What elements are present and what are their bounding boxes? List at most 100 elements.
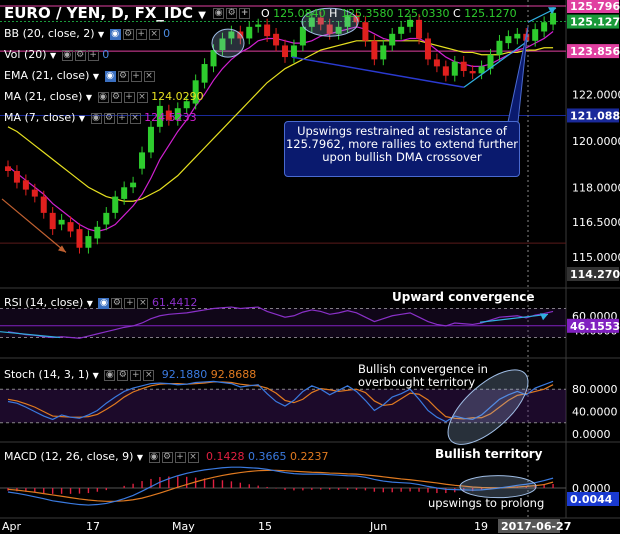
remove-icon[interactable]: × [129, 112, 141, 124]
candle-body [532, 29, 539, 41]
vol-legend[interactable]: Vol (20) ▼ ◉ ⚙ + 0 [4, 48, 109, 61]
candle-body [442, 66, 449, 76]
eye-icon[interactable]: ◉ [61, 49, 73, 61]
rsi-label: RSI (14, close) [4, 296, 84, 309]
add-icon[interactable]: + [123, 91, 135, 103]
candle-body [139, 152, 146, 169]
stoch-tick-label: 80.0000 [572, 383, 618, 396]
eye-icon[interactable]: ◉ [148, 451, 160, 463]
candle-body [371, 40, 378, 60]
settings-icon[interactable]: ⚙ [74, 49, 86, 61]
date-tag-label: 2017-06-27 [501, 520, 571, 533]
add-icon[interactable]: + [239, 8, 251, 19]
eye-icon[interactable]: ◉ [213, 8, 225, 19]
rsi-note: Upward convergence [392, 290, 535, 304]
candle-body [67, 222, 74, 232]
ma21-legend[interactable]: MA (21, close) ▼ ◉ ⚙ + × 124.0290 [4, 90, 204, 103]
price-tick-label: 122.0000 [572, 88, 620, 101]
highlight-ellipse [211, 28, 245, 58]
candle-body [380, 45, 387, 60]
candle-body [541, 22, 548, 32]
candle-body [460, 61, 467, 72]
remove-icon[interactable]: × [136, 91, 148, 103]
macd-line-value: 0.3665 [248, 450, 287, 463]
stoch-legend[interactable]: Stoch (14, 3, 1) ▼ ◉ ⚙ + × 92.1880 92.8688 [4, 368, 256, 381]
add-icon[interactable]: + [116, 112, 128, 124]
settings-icon[interactable]: ⚙ [103, 112, 115, 124]
x-tick-label: 17 [86, 520, 100, 533]
remove-icon[interactable]: × [143, 369, 155, 381]
add-icon[interactable]: + [130, 70, 142, 82]
settings-icon[interactable]: ⚙ [161, 451, 173, 463]
eye-icon[interactable]: ◉ [98, 297, 110, 309]
ma7-label: MA (7, close) [4, 111, 76, 124]
settings-icon[interactable]: ⚙ [122, 28, 134, 40]
stoch-tick-label: 0.0000 [572, 428, 611, 441]
candle-body [130, 182, 137, 188]
ema-legend[interactable]: EMA (21, close) ▼ ◉ ⚙ + × [4, 69, 155, 82]
ma7-legend[interactable]: MA (7, close) ▼ ◉ ⚙ + × 124.5233 [4, 111, 197, 124]
stoch-note-1: Bullish convergence in [358, 362, 488, 376]
vol-label: Vol (20) [4, 48, 47, 61]
remove-icon[interactable]: × [143, 70, 155, 82]
settings-icon[interactable]: ⚙ [226, 8, 238, 19]
candle-body [299, 26, 306, 46]
high-label: H [329, 7, 338, 20]
settings-icon[interactable]: ⚙ [117, 70, 129, 82]
macd-note-1: Bullish territory [435, 447, 543, 461]
stoch-tick-label: 40.0000 [572, 406, 618, 419]
candle-body [282, 45, 288, 58]
candle-body [407, 19, 414, 27]
symbol-legend[interactable]: EURO / YEN, D, FX_IDC ▼ ◉ ⚙ + [4, 4, 251, 22]
close-value: 125.1270 [464, 7, 517, 20]
candle-body [496, 40, 503, 55]
price-tick-label: 115.0000 [572, 251, 620, 264]
add-icon[interactable]: + [130, 369, 142, 381]
settings-icon[interactable]: ⚙ [111, 297, 123, 309]
x-tick-label: 15 [258, 520, 272, 533]
candle-body [451, 61, 458, 76]
symbol-title: EURO / YEN, D, FX_IDC [4, 4, 193, 22]
candle-body [264, 24, 271, 37]
ma21-value: 124.0290 [151, 90, 204, 103]
eye-icon[interactable]: ◉ [97, 91, 109, 103]
rsi-value: 61.4412 [151, 296, 198, 309]
price-tag-label: 125.1270 [570, 16, 620, 29]
bb-legend[interactable]: BB (20, close, 2) ▼ ◉ ⚙ + × 0 [4, 27, 170, 40]
candle-body [433, 59, 440, 67]
stoch-note-2: overbought territory [358, 375, 476, 389]
eye-icon[interactable]: ◉ [90, 112, 102, 124]
macd-label: MACD (12, 26, close, 9) [4, 450, 134, 463]
eye-icon[interactable]: ◉ [109, 28, 121, 40]
high-value: 125.3580 [340, 7, 394, 20]
callout-text: Upswings restrained at resistance of 125… [285, 124, 519, 164]
add-icon[interactable]: + [174, 451, 186, 463]
rsi-legend[interactable]: RSI (14, close) ▼ ◉ ⚙ + × 61.4412 [4, 296, 197, 309]
add-icon[interactable]: + [87, 49, 99, 61]
candle-body [22, 180, 29, 190]
add-icon[interactable]: + [135, 28, 147, 40]
add-icon[interactable]: + [124, 297, 136, 309]
candle-body [389, 33, 396, 46]
bb-value: 0 [163, 27, 171, 40]
candle-body [121, 187, 128, 199]
remove-icon[interactable]: × [148, 28, 160, 40]
eye-icon[interactable]: ◉ [104, 369, 116, 381]
vol-value: 0 [102, 48, 110, 61]
settings-icon[interactable]: ⚙ [110, 91, 122, 103]
macd-legend[interactable]: MACD (12, 26, close, 9) ▼ ◉ ⚙ + × 0.1428 0.… [4, 450, 329, 463]
macd-hist-value: 0.1428 [206, 450, 245, 463]
chevron-down-icon[interactable]: ▼ [198, 10, 206, 21]
candle-body [13, 171, 20, 183]
remove-icon[interactable]: × [187, 451, 199, 463]
eye-icon[interactable]: ◉ [104, 70, 116, 82]
analysis-callout[interactable]: Upswings restrained at resistance of 125… [284, 121, 520, 177]
remove-icon[interactable]: × [137, 297, 149, 309]
candle-body [85, 236, 92, 248]
x-tick-label: May [172, 520, 195, 533]
price-tick-label: 116.5000 [572, 216, 620, 229]
candle-body [5, 166, 11, 172]
x-tick-label: 19 [474, 520, 488, 533]
settings-icon[interactable]: ⚙ [117, 369, 129, 381]
stoch-k-value: 92.1880 [161, 368, 208, 381]
